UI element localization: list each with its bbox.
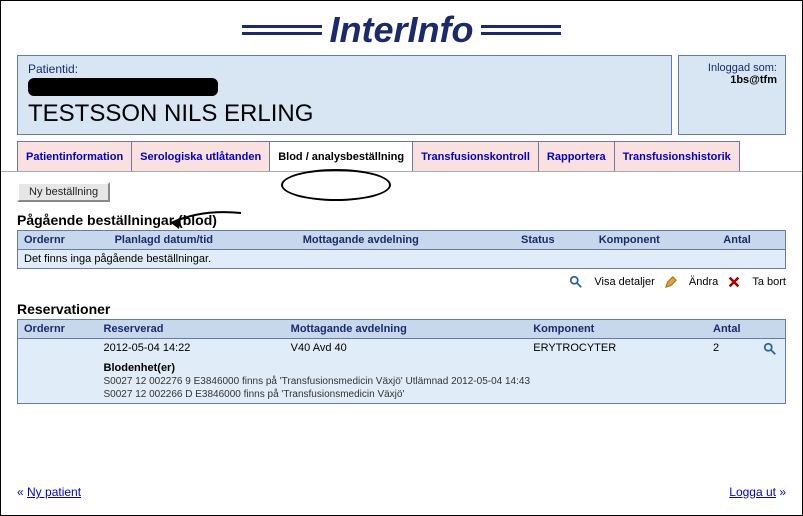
cell-qty: 2 bbox=[707, 339, 757, 360]
cell-reserved: 2012-05-04 14:22 bbox=[98, 339, 285, 360]
unit-line-1: S0027 12 002266 D E3846000 finns på 'Tra… bbox=[104, 387, 780, 400]
reservations-heading: Reservationer bbox=[1, 295, 802, 319]
col-planned: Planlagd datum/tid bbox=[109, 231, 297, 250]
pencil-icon bbox=[664, 275, 678, 289]
tab-patientinfo[interactable]: Patientinformation bbox=[17, 141, 132, 171]
login-label: Inloggad som: bbox=[687, 62, 777, 74]
cell-component: ERYTROCYTER bbox=[527, 339, 707, 360]
reservations-table: Ordernr Reserverad Mottagande avdelning … bbox=[17, 319, 786, 404]
reservation-row: 2012-05-04 14:22 V40 Avd 40 ERYTROCYTER … bbox=[18, 339, 786, 360]
login-user: 1bs@tfm bbox=[687, 74, 777, 86]
cell-ordernr bbox=[18, 339, 98, 360]
app-title: InterInfo bbox=[330, 9, 474, 51]
orders-empty-row: Det finns inga pågående beställningar. bbox=[18, 250, 786, 269]
order-actions: Visa detaljer Ändra Ta bort bbox=[1, 273, 802, 295]
new-order-button[interactable]: Ny beställning bbox=[17, 182, 110, 202]
logo-bar-right bbox=[481, 23, 561, 37]
orders-heading: Pågående beställningar (blod) bbox=[1, 206, 802, 230]
col-dept: Mottagande avdelning bbox=[297, 231, 515, 250]
tab-bar: Patientinformation Serologiska utlåtande… bbox=[1, 141, 802, 172]
magnifier-icon bbox=[763, 342, 777, 356]
new-patient-link[interactable]: Ny patient bbox=[27, 485, 81, 499]
col-ordernr: Ordernr bbox=[18, 231, 109, 250]
units-header: Blodenhet(er) bbox=[104, 362, 780, 374]
orders-empty-text: Det finns inga pågående beställningar. bbox=[18, 250, 786, 269]
action-details[interactable]: Visa detaljer bbox=[594, 276, 654, 288]
footer: « Ny patient Logga ut » bbox=[1, 479, 802, 505]
delete-icon bbox=[727, 275, 741, 289]
login-panel: Inloggad som: 1bs@tfm bbox=[678, 55, 786, 135]
col-qty: Antal bbox=[717, 231, 785, 250]
unit-line-0: S0027 12 002276 9 E3846000 finns på 'Tra… bbox=[104, 374, 780, 387]
patient-id-redacted bbox=[28, 78, 218, 96]
col-component: Komponent bbox=[527, 320, 707, 339]
patient-id-label: Patientid: bbox=[28, 62, 661, 76]
col-qty: Antal bbox=[707, 320, 757, 339]
tab-serology[interactable]: Serologiska utlåtanden bbox=[132, 141, 270, 171]
cell-dept: V40 Avd 40 bbox=[285, 339, 528, 360]
action-delete[interactable]: Ta bort bbox=[752, 276, 786, 288]
col-status: Status bbox=[515, 231, 593, 250]
tab-report[interactable]: Rapportera bbox=[539, 141, 615, 171]
action-edit[interactable]: Ändra bbox=[689, 276, 718, 288]
patient-panel: Patientid: TESTSSON NILS ERLING bbox=[17, 55, 672, 135]
logo-bar-left bbox=[242, 23, 322, 37]
app-logo: InterInfo bbox=[1, 1, 802, 55]
tab-transfusion-control[interactable]: Transfusionskontroll bbox=[413, 141, 539, 171]
logout-link[interactable]: Logga ut bbox=[729, 485, 776, 499]
col-component: Komponent bbox=[593, 231, 718, 250]
patient-name: TESTSSON NILS ERLING bbox=[28, 100, 661, 128]
tab-transfusion-history[interactable]: Transfusionshistorik bbox=[615, 141, 740, 171]
magnifier-icon bbox=[569, 275, 583, 289]
orders-table: Ordernr Planlagd datum/tid Mottagande av… bbox=[17, 230, 786, 269]
cell-action[interactable] bbox=[757, 339, 786, 360]
reservation-units-row: Blodenhet(er) S0027 12 002276 9 E3846000… bbox=[18, 359, 786, 404]
col-reserved: Reserverad bbox=[98, 320, 285, 339]
col-ordernr: Ordernr bbox=[18, 320, 98, 339]
col-dept: Mottagande avdelning bbox=[285, 320, 528, 339]
tab-blood-order[interactable]: Blod / analysbeställning bbox=[270, 141, 413, 171]
